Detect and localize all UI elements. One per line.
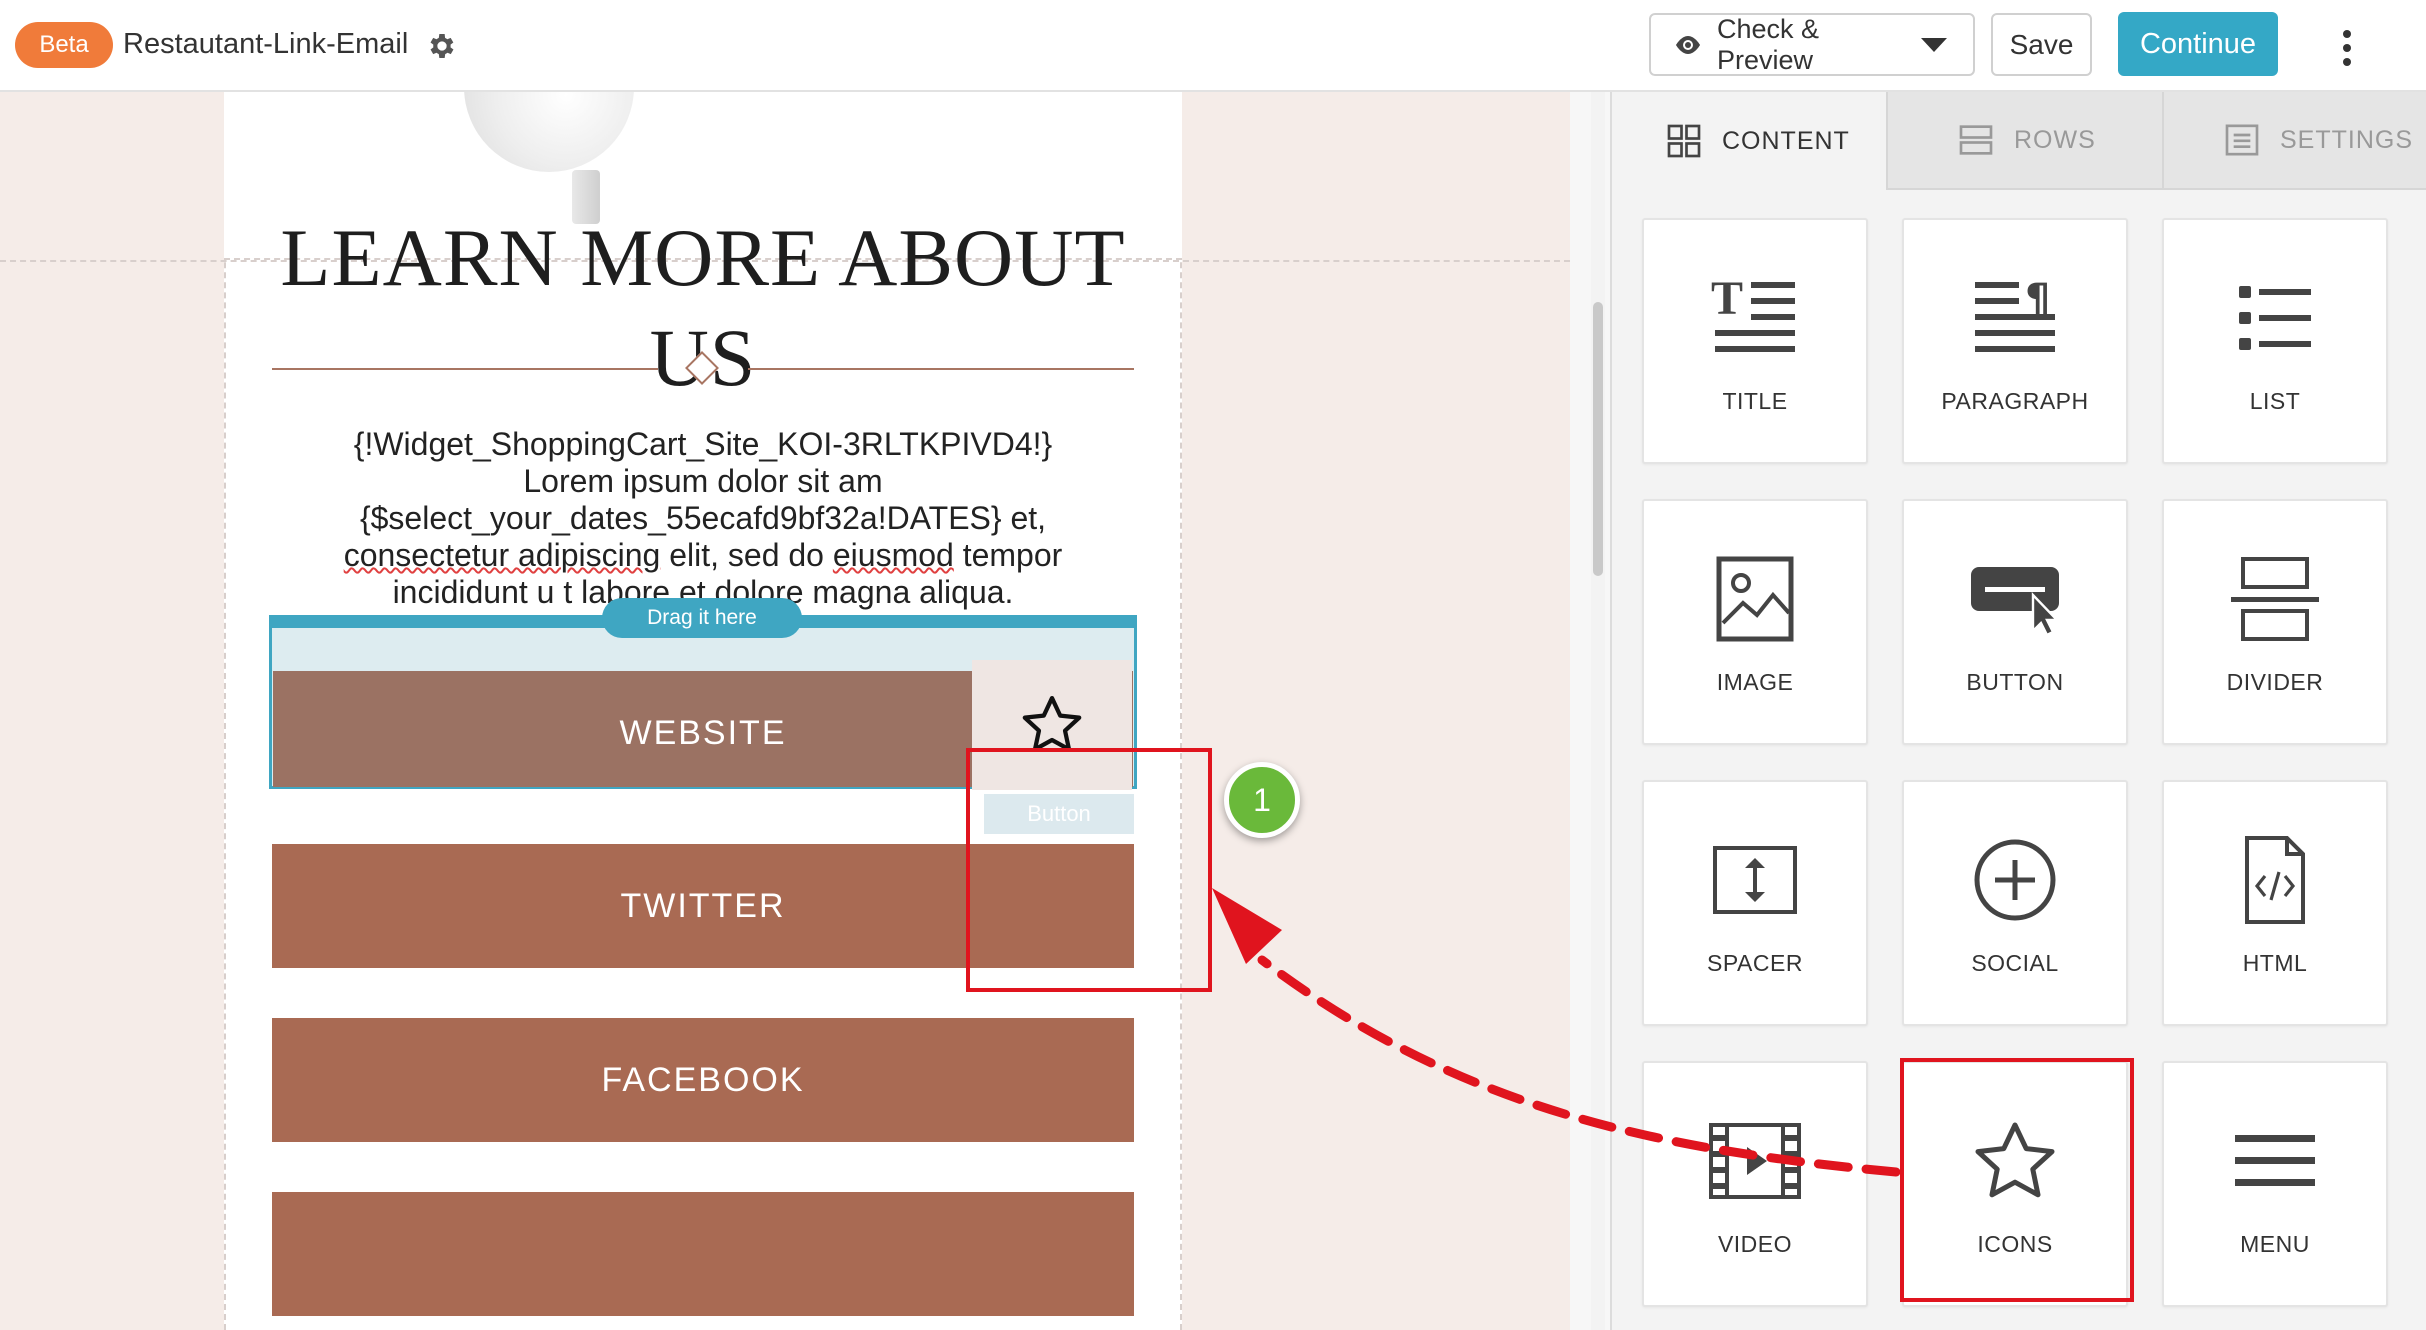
check-preview-label: Check & Preview — [1717, 13, 1820, 75]
image-icon — [1716, 556, 1794, 642]
paragraph-icon: ¶ — [1975, 276, 2055, 352]
list-icon — [2239, 286, 2311, 350]
tile-label: DIVIDER — [2226, 669, 2324, 695]
social-icon — [1974, 839, 2056, 921]
video-icon — [1709, 1123, 1801, 1199]
save-button[interactable]: Save — [1991, 13, 2092, 76]
button-icon — [1971, 567, 2060, 637]
tile-image[interactable]: IMAGE — [1642, 499, 1868, 745]
tile-label: LIST — [2249, 388, 2301, 414]
paragraph-line: {!Widget_ShoppingCart_Site_KOI-3RLTKPIVD… — [353, 426, 1053, 462]
paragraph-line: consectetur adipiscing elit, sed do eius… — [272, 537, 1134, 574]
more-options-icon[interactable] — [2335, 30, 2359, 66]
eye-icon — [1676, 35, 1700, 54]
tile-label: VIDEO — [1717, 1231, 1793, 1257]
lamp-image — [464, 92, 634, 172]
tile-paragraph[interactable]: ¶ PARAGRAPH — [1902, 218, 2128, 464]
html-icon — [2245, 836, 2305, 924]
scrollbar-thumb[interactable] — [1593, 302, 1603, 576]
chevron-down-icon — [1921, 37, 1947, 52]
check-preview-button[interactable]: Check & Preview — [1649, 13, 1975, 76]
tile-label: HTML — [2242, 950, 2308, 976]
tile-html[interactable]: HTML — [2162, 780, 2388, 1026]
step-number-badge: 1 — [1224, 762, 1300, 838]
tile-label: SOCIAL — [1971, 950, 2059, 976]
tile-spacer[interactable]: SPACER — [1642, 780, 1868, 1026]
document-title[interactable]: Restautant-Link-Email — [123, 26, 408, 62]
facebook-button[interactable]: FACEBOOK — [272, 1018, 1134, 1142]
divider-line-left — [272, 368, 658, 370]
tile-label: IMAGE — [1716, 669, 1794, 695]
email-button-partial[interactable] — [272, 1192, 1134, 1316]
tile-list[interactable]: LIST — [2162, 218, 2388, 464]
tab-content-label: CONTENT — [1722, 126, 1850, 155]
tile-label: TITLE — [1722, 388, 1788, 414]
rows-icon — [1959, 125, 1993, 155]
tab-settings[interactable]: SETTINGS — [2162, 92, 2426, 190]
paragraph-line: Lorem ipsum dolor sit am — [523, 463, 883, 499]
canvas-scrollbar[interactable] — [1591, 92, 1605, 1330]
tab-rows-label: ROWS — [2014, 125, 2096, 154]
continue-button[interactable]: Continue — [2118, 12, 2278, 76]
paragraph-text: elit, sed do — [660, 537, 833, 573]
menu-icon — [2235, 1135, 2315, 1186]
grid-icon — [1667, 124, 1701, 158]
tab-settings-label: SETTINGS — [2280, 125, 2414, 154]
highlight-box-icons-tile — [1900, 1058, 2134, 1302]
top-bar: Beta Restautant-Link-Email Check & Previ… — [0, 0, 2426, 92]
tile-label: MENU — [2240, 1231, 2310, 1257]
tile-label: SPACER — [1707, 950, 1803, 976]
tab-rows[interactable]: ROWS — [1886, 92, 2162, 190]
svg-text:¶: ¶ — [2025, 276, 2050, 322]
misspelled-word: eiusmod — [832, 537, 954, 573]
tab-content[interactable]: CONTENT — [1612, 92, 1886, 190]
settings-icon — [2225, 124, 2259, 156]
paragraph-text: tempor — [953, 537, 1063, 573]
panel-tabs: CONTENT ROWS SETTINGS — [1612, 92, 2426, 190]
tile-social[interactable]: SOCIAL — [1902, 780, 2128, 1026]
misspelled-word: consectetur adipiscing — [343, 537, 661, 573]
spacer-icon — [1713, 846, 1797, 914]
tile-title[interactable]: T TITLE — [1642, 218, 1868, 464]
divider-line-right — [748, 368, 1134, 370]
tile-divider[interactable]: DIVIDER — [2162, 499, 2388, 745]
drag-it-here-label: Drag it here — [602, 598, 802, 638]
paragraph-line: {$select_your_dates_55ecafd9bf32a!DATES}… — [359, 500, 1047, 536]
title-icon: T — [1711, 272, 1795, 352]
tile-label: PARAGRAPH — [1941, 388, 2089, 414]
tile-menu[interactable]: MENU — [2162, 1061, 2388, 1307]
svg-text:T: T — [1711, 272, 1743, 325]
tile-video[interactable]: VIDEO — [1642, 1061, 1868, 1307]
email-paragraph[interactable]: {!Widget_ShoppingCart_Site_KOI-3RLTKPIVD… — [272, 426, 1134, 611]
tile-label: BUTTON — [1966, 669, 2064, 695]
tile-button[interactable]: BUTTON — [1902, 499, 2128, 745]
beta-badge: Beta — [15, 22, 113, 68]
gear-icon[interactable] — [426, 30, 458, 62]
highlight-box-drop — [966, 748, 1212, 992]
divider-icon — [2231, 557, 2319, 641]
